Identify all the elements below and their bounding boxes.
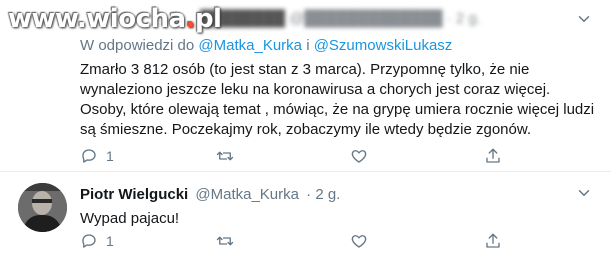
share-icon — [486, 233, 500, 248]
reply-button[interactable]: 1 — [80, 146, 114, 166]
retweet-button[interactable] — [216, 146, 234, 166]
share-icon — [486, 148, 500, 163]
reply-icon — [82, 234, 96, 248]
reply-context: W odpowiedzi do @Matka_Kurka i @Szumowsk… — [80, 37, 453, 54]
like-button[interactable] — [350, 146, 368, 166]
author-name[interactable]: Piotr Wielgucki — [80, 186, 188, 203]
tweet-header-blurred: ████████ @█████████████ · 2 g. — [200, 10, 481, 27]
like-button[interactable] — [350, 231, 368, 251]
reply-tweet-2[interactable]: Piotr Wielgucki @Matka_Kurka · 2 g. Wypa… — [0, 172, 611, 268]
like-icon — [351, 235, 367, 248]
tweet-text: Wypad pajacu! — [80, 210, 180, 227]
like-icon — [351, 150, 367, 163]
chevron-down-icon[interactable] — [575, 184, 593, 202]
reply-button[interactable]: 1 — [80, 231, 114, 251]
tweet-time[interactable]: · 2 g. — [306, 186, 340, 203]
share-button[interactable] — [484, 146, 502, 166]
chevron-down-icon[interactable] — [575, 10, 593, 28]
author-handle[interactable]: @Matka_Kurka — [195, 186, 299, 203]
tweet-author-line: Piotr Wielgucki @Matka_Kurka · 2 g. — [80, 186, 340, 203]
reply-count: 1 — [106, 233, 114, 249]
reply-icon — [82, 149, 96, 163]
share-button[interactable] — [484, 231, 502, 251]
mention-link[interactable]: @Matka_Kurka — [198, 37, 302, 54]
retweet-icon — [216, 236, 234, 246]
mention-link[interactable]: @SzumowskiLukasz — [314, 37, 453, 54]
reply-count: 1 — [106, 148, 114, 164]
avatar[interactable] — [18, 183, 67, 232]
watermark-logo: www.wiocha.pl — [8, 4, 222, 34]
retweet-icon — [216, 151, 234, 161]
tweet-text: Zmarło 3 812 osób (to jest stan z 3 marc… — [80, 61, 595, 138]
retweet-button[interactable] — [216, 231, 234, 251]
